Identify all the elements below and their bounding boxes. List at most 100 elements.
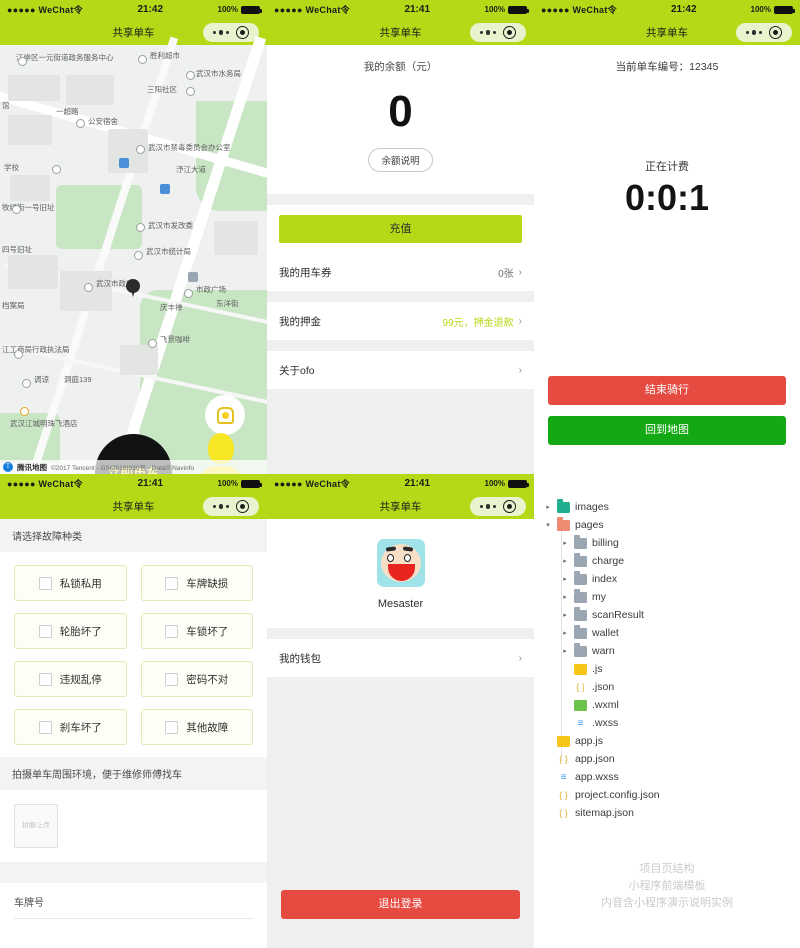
close-circle-icon[interactable] bbox=[768, 26, 782, 39]
wechat-capsule[interactable] bbox=[470, 497, 526, 516]
fault-option[interactable]: 私锁私用 bbox=[14, 565, 127, 601]
tree-node[interactable]: ▸ scanResult bbox=[544, 606, 800, 624]
wechat-capsule[interactable] bbox=[736, 23, 792, 42]
clock-label: 21:42 bbox=[137, 4, 164, 15]
map-poi-icon[interactable] bbox=[186, 87, 195, 96]
chevron-right-icon[interactable]: ▸ bbox=[561, 557, 569, 565]
chevron-right-icon[interactable]: ▸ bbox=[561, 647, 569, 655]
checkbox-icon[interactable] bbox=[38, 576, 52, 590]
map-poi-icon[interactable] bbox=[76, 119, 85, 128]
battery-icon bbox=[241, 479, 262, 488]
avatar[interactable] bbox=[376, 539, 425, 587]
photo-upload-button[interactable]: 拍摄/上传 bbox=[14, 804, 58, 848]
chevron-right-icon[interactable]: ▸ bbox=[561, 575, 569, 583]
end-ride-button[interactable]: 结束骑行 bbox=[548, 376, 786, 405]
map-canvas[interactable]: 江岸区一元街道政务服务中心 胜利超市 武汉市水务局 三阳社区馆一超路 公安宿舍 武汉市禁毒… bbox=[0, 36, 267, 474]
row-my-wallet[interactable]: 我的钱包 › bbox=[267, 639, 534, 677]
map-poi-marker[interactable] bbox=[119, 158, 129, 168]
checkbox-icon[interactable] bbox=[165, 720, 179, 734]
map-bike-pin-icon[interactable] bbox=[126, 279, 140, 297]
map-poi-icon[interactable] bbox=[18, 57, 27, 66]
tree-node[interactable]: ▸≡app.wxss bbox=[544, 768, 800, 786]
more-icon[interactable] bbox=[480, 504, 496, 509]
close-circle-icon[interactable] bbox=[502, 500, 516, 513]
fault-option[interactable]: 其他故障 bbox=[140, 709, 253, 745]
row-deposit[interactable]: 我的押金 99元，押金退款 › bbox=[267, 302, 534, 340]
tree-node[interactable]: ▸{ }project.config.json bbox=[544, 786, 800, 804]
more-icon[interactable] bbox=[213, 30, 229, 35]
tree-node[interactable]: ▸ index bbox=[544, 570, 800, 588]
map-warning-bubble[interactable] bbox=[205, 395, 245, 435]
more-icon[interactable] bbox=[746, 30, 762, 35]
chevron-down-icon[interactable]: ▾ bbox=[544, 521, 552, 529]
tree-node[interactable]: ▸.js bbox=[544, 660, 800, 678]
fault-option[interactable]: 车锁坏了 bbox=[140, 613, 253, 649]
tree-node[interactable]: ▸ warn bbox=[544, 642, 800, 660]
map-poi-icon[interactable] bbox=[12, 205, 21, 214]
chevron-right-icon[interactable]: ▸ bbox=[561, 629, 569, 637]
map-poi-icon[interactable] bbox=[14, 350, 23, 359]
map-poi-icon[interactable] bbox=[138, 55, 147, 64]
checkbox-icon[interactable] bbox=[165, 624, 179, 638]
carrier-label: ●●●●● WeChat令 bbox=[274, 479, 350, 489]
folder-icon bbox=[557, 499, 570, 513]
map-poi-icon[interactable] bbox=[84, 283, 93, 292]
close-circle-icon[interactable] bbox=[235, 500, 249, 513]
tree-node[interactable]: ▸ images bbox=[544, 498, 800, 516]
fault-option[interactable]: 轮胎坏了 bbox=[14, 613, 127, 649]
more-icon[interactable] bbox=[480, 30, 496, 35]
screenshot-grid: ●●●●● WeChat令 21:42 100% 共享单车 江岸区一元街道政务服… bbox=[0, 0, 800, 948]
map-poi-icon[interactable] bbox=[20, 407, 29, 416]
map-poi-icon[interactable] bbox=[186, 71, 195, 80]
wechat-capsule[interactable] bbox=[470, 23, 526, 42]
tree-node[interactable]: ▸ wallet bbox=[544, 624, 800, 642]
tree-node[interactable]: ▸{ }sitemap.json bbox=[544, 804, 800, 822]
close-circle-icon[interactable] bbox=[235, 26, 249, 39]
topup-button[interactable]: 充值 bbox=[279, 215, 522, 243]
map-poi-icon[interactable] bbox=[184, 289, 193, 298]
chevron-right-icon[interactable]: ▸ bbox=[544, 503, 552, 511]
map-poi-icon[interactable] bbox=[22, 379, 31, 388]
wechat-capsule[interactable] bbox=[203, 497, 259, 516]
tree-node[interactable]: ▸app.js bbox=[544, 732, 800, 750]
balance-info-button[interactable]: 余额说明 bbox=[368, 148, 433, 172]
chevron-right-icon[interactable]: ▸ bbox=[561, 539, 569, 547]
tree-node[interactable]: ▸{ }.json bbox=[544, 678, 800, 696]
more-icon[interactable] bbox=[213, 504, 229, 509]
checkbox-icon[interactable] bbox=[38, 624, 52, 638]
fault-option[interactable]: 违规乱停 bbox=[14, 661, 127, 697]
map-poi-icon[interactable] bbox=[148, 339, 157, 348]
chevron-right-icon[interactable]: ▸ bbox=[561, 611, 569, 619]
map-building bbox=[66, 75, 114, 105]
tree-node[interactable]: ▸ charge bbox=[544, 552, 800, 570]
tree-node[interactable]: ▸.wxml bbox=[544, 696, 800, 714]
row-coupons[interactable]: 我的用车券 0张 › bbox=[267, 253, 534, 291]
checkbox-icon[interactable] bbox=[38, 672, 52, 686]
map-poi-icon[interactable] bbox=[136, 223, 145, 232]
tree-node[interactable]: ▸ billing bbox=[544, 534, 800, 552]
tree-node[interactable]: ▾ pages bbox=[544, 516, 800, 534]
billing-block: 正在计费 0:0:1 bbox=[534, 158, 800, 218]
row-about-ofo[interactable]: 关于ofo › bbox=[267, 351, 534, 389]
tree-node[interactable]: ▸≡.wxss bbox=[544, 714, 800, 732]
map-poi-icon[interactable] bbox=[134, 251, 143, 260]
logout-button[interactable]: 退出登录 bbox=[281, 890, 520, 919]
map-parking-marker[interactable] bbox=[160, 184, 170, 194]
tree-node[interactable]: ▸ my bbox=[544, 588, 800, 606]
fault-option[interactable]: 车牌缺损 bbox=[140, 565, 253, 601]
map-poi-marker[interactable] bbox=[188, 272, 198, 282]
map-building bbox=[8, 75, 60, 101]
map-poi-icon[interactable] bbox=[136, 145, 145, 154]
close-circle-icon[interactable] bbox=[502, 26, 516, 39]
plate-field-underline[interactable] bbox=[14, 918, 253, 919]
map-poi-icon[interactable] bbox=[52, 165, 61, 174]
fault-option[interactable]: 刹车坏了 bbox=[14, 709, 127, 745]
back-to-map-button[interactable]: 回到地图 bbox=[548, 416, 786, 445]
fault-option[interactable]: 密码不对 bbox=[140, 661, 253, 697]
checkbox-icon[interactable] bbox=[165, 672, 179, 686]
tree-node[interactable]: ▸{ }app.json bbox=[544, 750, 800, 768]
checkbox-icon[interactable] bbox=[165, 576, 179, 590]
chevron-right-icon[interactable]: ▸ bbox=[561, 593, 569, 601]
wechat-capsule[interactable] bbox=[203, 23, 259, 42]
checkbox-icon[interactable] bbox=[38, 720, 52, 734]
